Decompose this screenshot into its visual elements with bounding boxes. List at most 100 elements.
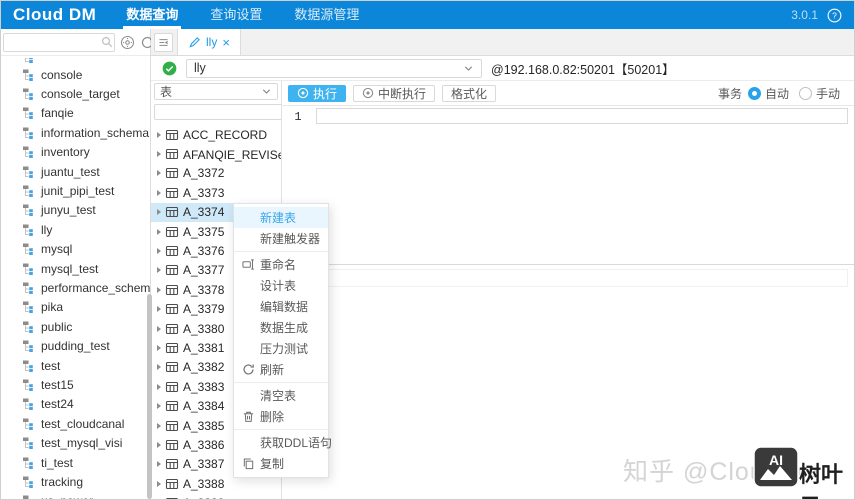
table-row[interactable]: ACC_RECORD [151, 125, 281, 144]
table-grid-icon [165, 226, 179, 237]
table-row[interactable]: A_3372 [151, 164, 281, 183]
sql-editor[interactable]: 1 [282, 106, 854, 499]
context-menu-item-label: 复制 [260, 457, 285, 471]
expand-caret-icon[interactable] [157, 344, 161, 351]
context-menu-item[interactable]: 数据生成 [234, 317, 328, 338]
sidebar-database-item[interactable]: information_schema [1, 123, 150, 142]
context-menu-item[interactable]: 刷新 [234, 359, 328, 380]
expand-caret-icon[interactable] [157, 209, 161, 216]
expand-caret-icon[interactable] [157, 325, 161, 332]
sidebar-database-item[interactable]: pika [1, 298, 150, 317]
object-type-select[interactable]: 表 [154, 83, 278, 100]
sidebar-database-item[interactable]: fanqie [1, 104, 150, 123]
context-menu-item[interactable]: 重命名 [234, 254, 328, 275]
close-icon[interactable]: × [222, 36, 230, 49]
sidebar-database-item[interactable]: test24 [1, 395, 150, 414]
sidebar-database-item[interactable]: console_target [1, 84, 150, 103]
interrupt-circle-icon [362, 87, 374, 99]
sidebar-database-item[interactable]: mysql [1, 240, 150, 259]
table-row[interactable]: AFANQIE_REVISe（待创建） [151, 144, 281, 163]
expand-caret-icon[interactable] [157, 364, 161, 371]
expand-caret-icon[interactable] [157, 383, 161, 390]
sidebar-database-item[interactable]: mysql_test [1, 259, 150, 278]
editor-result-splitter[interactable] [282, 264, 854, 265]
table-search-box[interactable] [154, 104, 281, 120]
run-button[interactable]: 执行 [288, 84, 347, 102]
sidebar-search-input[interactable] [4, 34, 100, 50]
panel-toggle-button[interactable] [154, 32, 173, 52]
expand-caret-icon[interactable] [157, 248, 161, 255]
context-menu-item-label: 设计表 [260, 279, 297, 293]
expand-caret-icon[interactable] [157, 403, 161, 410]
context-menu-item-label: 新建表 [260, 211, 297, 225]
sidebar-database-item[interactable]: ti_test [1, 453, 150, 472]
object-type-label: 表 [160, 85, 173, 99]
context-menu-item[interactable]: 设计表 [234, 275, 328, 296]
expand-caret-icon[interactable] [157, 422, 161, 429]
expand-caret-icon[interactable] [157, 306, 161, 313]
expand-caret-icon[interactable] [157, 480, 161, 487]
tab-lly[interactable]: lly × [177, 29, 241, 55]
database-list: console console_target fanqie informatio… [1, 56, 150, 499]
ai-logo-text: AI [769, 452, 783, 468]
schema-icon [23, 224, 33, 236]
schema-icon [23, 88, 33, 101]
format-button[interactable]: 格式化 [442, 84, 497, 102]
sidebar-database-item[interactable]: pudding_test [1, 336, 150, 355]
context-menu-item[interactable]: 新建表 [234, 207, 328, 228]
sidebar-database-item[interactable]: juantu_test [1, 162, 150, 181]
context-menu-item-label: 删除 [260, 410, 285, 424]
sidebar-database-item[interactable]: public [1, 317, 150, 336]
radio-label: 自动 [764, 86, 789, 101]
expand-caret-icon[interactable] [157, 267, 161, 274]
expand-caret-icon[interactable] [157, 461, 161, 468]
connection-select[interactable]: lly [186, 58, 482, 78]
settings-circle-icon[interactable] [120, 35, 135, 50]
sidebar-database-item[interactable]: console [1, 65, 150, 84]
database-name: pika [41, 300, 64, 315]
transaction-radio-option[interactable]: 手动 [798, 85, 840, 102]
sidebar-database-item[interactable]: performance_schema [1, 278, 150, 297]
sidebar-database-item[interactable]: test_cloudcanal [1, 414, 150, 433]
table-search-input[interactable] [155, 106, 281, 118]
context-menu-item[interactable]: 复制 [234, 453, 328, 474]
expand-caret-icon[interactable] [157, 151, 161, 158]
interrupt-button[interactable]: 中断执行 [353, 84, 436, 102]
context-menu-item[interactable]: 获取DDL语句 [234, 432, 332, 453]
sidebar-search-box[interactable] [3, 32, 115, 52]
nav-item[interactable]: 数据查询 [110, 1, 194, 29]
sidebar-database-item[interactable]: inventory [1, 143, 150, 162]
nav-item[interactable]: 数据源管理 [278, 1, 375, 29]
connection-row: lly @192.168.0.82:50201【50201】 [151, 56, 854, 81]
panel-toggle-icon [159, 38, 168, 46]
expand-caret-icon[interactable] [157, 286, 161, 293]
help-icon[interactable]: ? [827, 8, 842, 23]
nav-item[interactable]: 查询设置 [194, 1, 278, 29]
expand-caret-icon[interactable] [157, 441, 161, 448]
schema-icon [25, 58, 33, 63]
transaction-radio-option[interactable]: 自动 [747, 85, 789, 102]
expand-caret-icon[interactable] [157, 228, 161, 235]
sidebar-database-item[interactable]: test [1, 356, 150, 375]
table-row[interactable]: A_3389 [151, 493, 281, 499]
table-row[interactable]: A_3373 [151, 183, 281, 202]
current-line-box[interactable] [316, 108, 848, 124]
expand-caret-icon[interactable] [157, 189, 161, 196]
sidebar-database-item[interactable]: test15 [1, 375, 150, 394]
sidebar-database-item[interactable]: test_mysql_visi [1, 433, 150, 452]
expand-caret-icon[interactable] [157, 170, 161, 177]
radio-icon [747, 86, 761, 100]
sidebar-database-item[interactable]: junyu_test [1, 201, 150, 220]
sidebar-scrollbar-thumb[interactable] [147, 294, 152, 499]
context-menu-item[interactable]: 新建触发器 [234, 228, 328, 249]
context-menu-item[interactable]: 编辑数据 [234, 296, 328, 317]
expand-caret-icon[interactable] [157, 131, 161, 138]
context-menu-item[interactable]: 压力测试 [234, 338, 328, 359]
sidebar-database-item[interactable]: tracking [1, 472, 150, 491]
sidebar-database-item[interactable]: lly [1, 220, 150, 239]
context-menu-item[interactable]: 清空表 [234, 385, 328, 406]
context-menu-item[interactable]: 删除 [234, 406, 328, 427]
sidebar-database-item[interactable]: us_power [1, 492, 150, 499]
sidebar-database-item[interactable]: junit_pipi_test [1, 181, 150, 200]
table-grid-icon [165, 284, 179, 295]
